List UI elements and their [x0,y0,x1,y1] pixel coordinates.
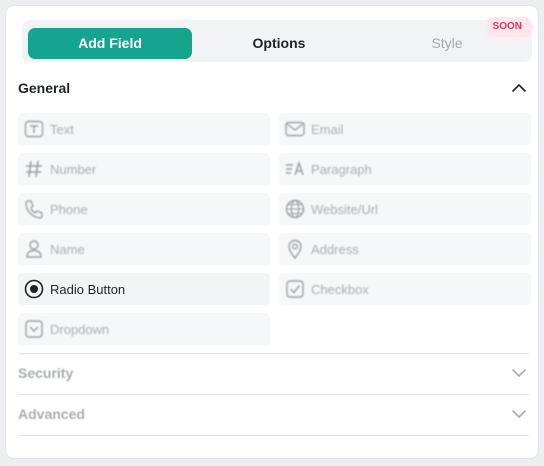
tab-add-field[interactable]: Add Field [28,28,192,59]
divider [18,435,529,436]
soon-badge: SOON [486,17,534,37]
user-icon [26,240,42,258]
field-dropdown[interactable]: Dropdown [18,313,270,345]
field-paragraph[interactable]: Paragraph [279,153,531,185]
field-label: Phone [50,201,88,217]
field-address[interactable]: Address [279,233,531,265]
field-website-url[interactable]: Website/Url [279,193,531,225]
dropdown-icon [25,320,43,338]
location-pin-icon [288,239,302,260]
section-general-header[interactable]: General [18,76,528,100]
field-label: Email [311,121,344,137]
field-checkbox[interactable]: Checkbox [279,273,531,305]
field-phone[interactable]: Phone [18,193,270,225]
chevron-down-icon [512,369,526,377]
radio-icon [24,279,44,299]
globe-icon [285,199,305,219]
field-label: Number [50,161,97,177]
panel-tabs: Add Field Options Style SOON [22,17,534,62]
mail-icon [285,121,305,137]
field-text[interactable]: Text [18,113,270,145]
section-general-title: General [18,80,71,96]
checkbox-icon [286,280,304,298]
paragraph-icon [286,160,304,176]
chevron-up-icon [512,84,526,92]
hash-icon [26,160,42,178]
section-advanced-header[interactable]: Advanced [18,402,528,426]
field-label: Address [311,241,359,257]
add-field-panel: Add Field Options Style SOON General Tex… [6,6,538,458]
field-label: Checkbox [311,281,369,297]
field-label: Website/Url [311,201,378,217]
field-label: Name [50,241,85,257]
section-security-header[interactable]: Security [18,361,528,385]
section-security-title: Security [18,365,74,381]
tab-options[interactable]: Options [198,28,360,59]
field-label: Text [50,121,74,137]
phone-icon [25,200,43,219]
field-email[interactable]: Email [279,113,531,145]
field-label: Paragraph [311,161,372,177]
field-label: Dropdown [50,321,110,337]
divider [18,353,529,354]
section-advanced-title: Advanced [18,406,85,422]
divider [18,394,529,395]
field-label: Radio Button [50,281,126,297]
field-radio-button[interactable]: Radio Button [18,273,270,305]
text-icon [24,120,44,138]
field-number[interactable]: Number [18,153,270,185]
chevron-down-icon [512,410,526,418]
field-name[interactable]: Name [18,233,270,265]
